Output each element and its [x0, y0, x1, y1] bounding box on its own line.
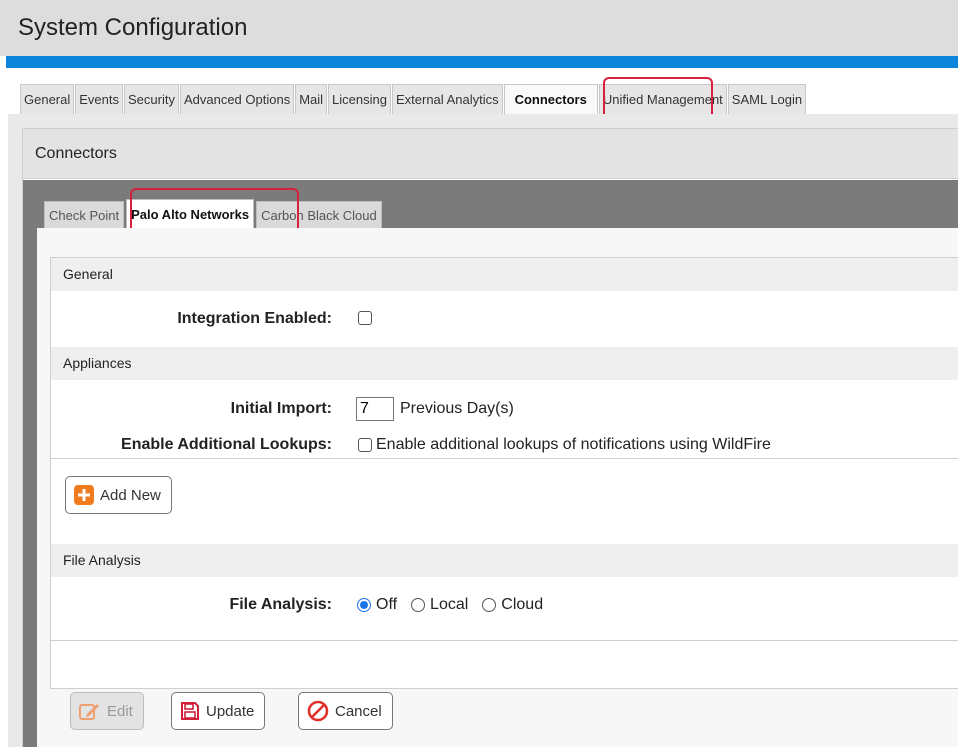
tab-mail[interactable]: Mail: [295, 84, 328, 114]
additional-lookups-label: Enable Additional Lookups:: [121, 436, 332, 453]
integration-enabled-checkbox[interactable]: [358, 311, 372, 325]
additional-lookups-checkbox-label[interactable]: Enable additional lookups of notificatio…: [376, 436, 771, 454]
divider: [51, 640, 958, 641]
integration-enabled-label: Integration Enabled:: [177, 310, 332, 327]
radio-cloud[interactable]: [482, 598, 497, 612]
tab-connectors[interactable]: Connectors: [503, 84, 598, 114]
connector-tab-bar: Check Point Palo Alto Networks Carbon Bl…: [44, 199, 384, 229]
plus-square-icon: [74, 485, 94, 505]
radio-off[interactable]: [357, 598, 371, 612]
tab-events[interactable]: Events: [75, 84, 123, 114]
section-file-analysis-heading: File Analysis: [51, 544, 958, 577]
edit-label: Edit: [107, 702, 133, 720]
edit-button[interactable]: Edit: [70, 692, 144, 730]
tab-unified-management[interactable]: Unified Management: [598, 84, 727, 114]
section-appliances-heading: Appliances: [51, 347, 958, 380]
file-analysis-radio-group: Off Local Cloud: [357, 596, 557, 614]
file-analysis-option-off[interactable]: Off: [357, 596, 397, 614]
panel-title: Connectors: [35, 145, 117, 162]
section-general-heading: General: [51, 258, 958, 291]
file-analysis-option-local[interactable]: Local: [411, 596, 468, 614]
update-label: Update: [206, 702, 255, 720]
cancel-label: Cancel: [335, 702, 382, 720]
cancel-button[interactable]: Cancel: [298, 692, 393, 730]
tab-carbon-black-cloud[interactable]: Carbon Black Cloud: [256, 201, 382, 229]
tab-general[interactable]: General: [20, 84, 75, 114]
file-analysis-label: File Analysis:: [229, 596, 332, 613]
initial-import-input[interactable]: [356, 397, 394, 421]
tab-security[interactable]: Security: [124, 84, 179, 114]
pencil-edit-icon: [79, 701, 101, 721]
tab-palo-alto-networks[interactable]: Palo Alto Networks: [126, 199, 255, 229]
accent-strip: [6, 56, 958, 68]
panel-header: [23, 129, 958, 179]
window-title: System Configuration: [18, 14, 248, 41]
file-analysis-option-cloud[interactable]: Cloud: [482, 596, 543, 614]
cancel-circle-icon: [307, 700, 329, 722]
tab-external-analytics[interactable]: External Analytics: [391, 84, 503, 114]
initial-import-label: Initial Import:: [230, 400, 332, 417]
add-new-button[interactable]: Add New: [65, 476, 172, 514]
tab-check-point[interactable]: Check Point: [44, 201, 125, 229]
tab-licensing[interactable]: Licensing: [328, 84, 391, 114]
save-floppy-icon: [180, 701, 200, 721]
initial-import-suffix: Previous Day(s): [400, 400, 514, 417]
tab-saml-login[interactable]: SAML Login: [727, 84, 807, 114]
radio-local[interactable]: [411, 598, 426, 612]
divider: [51, 458, 958, 459]
update-button[interactable]: Update: [171, 692, 266, 730]
add-new-label: Add New: [100, 486, 161, 504]
additional-lookups-checkbox[interactable]: [358, 438, 372, 452]
tab-advanced-options[interactable]: Advanced Options: [179, 84, 295, 114]
top-tab-bar: General Events Security Advanced Options…: [20, 82, 807, 114]
